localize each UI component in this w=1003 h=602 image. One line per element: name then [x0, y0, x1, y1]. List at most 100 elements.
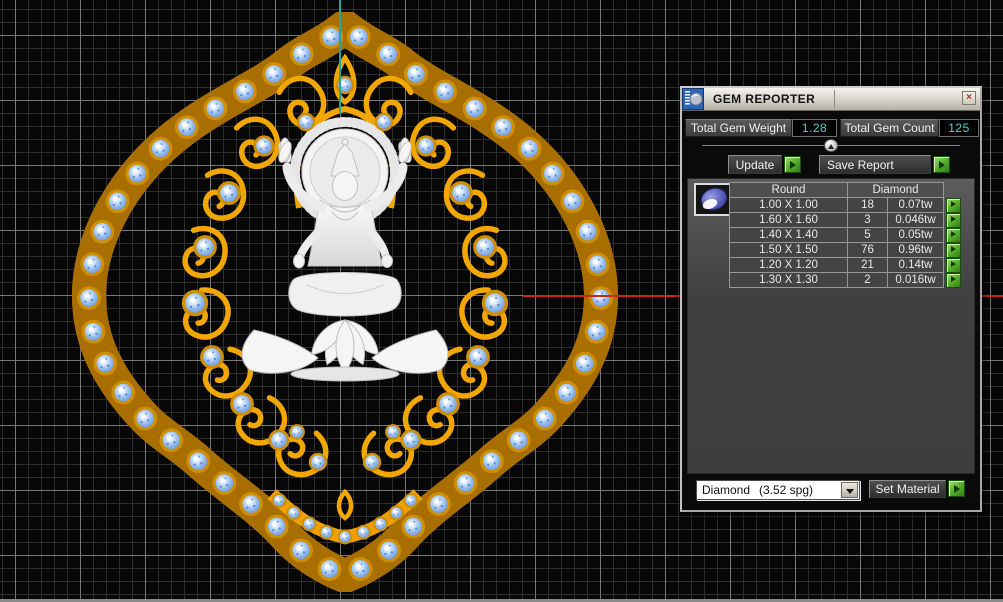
gem-stone: [92, 221, 112, 241]
gem-stone: [83, 322, 103, 342]
gem-stone: [586, 322, 606, 342]
gem-stone: [378, 44, 398, 64]
gem-table-header: Round Diamond: [730, 182, 961, 198]
gem-weight-cell: 0.05tw: [887, 227, 944, 243]
gem-weight-cell: 0.14tw: [887, 257, 944, 273]
save-report-button[interactable]: Save Report: [819, 155, 931, 174]
gem-table: Round Diamond 1.00 X 1.00180.07tw1.60 X …: [730, 183, 961, 288]
gem-stone: [364, 454, 380, 470]
gem-stone: [451, 183, 471, 203]
total-gem-weight-label: Total Gem Weight: [685, 119, 792, 137]
gem-stone: [95, 353, 115, 373]
row-go-icon[interactable]: [946, 273, 961, 288]
gem-stone: [320, 526, 333, 539]
table-row: 1.30 X 1.3020.016tw: [730, 272, 961, 288]
gem-stone: [232, 394, 252, 414]
gem-stone: [177, 117, 197, 137]
gem-reporter-panel: GEM REPORTER × Total Gem Weight 1.28 Tot…: [680, 86, 982, 512]
gem-weight-cell: 0.016tw: [887, 272, 944, 288]
gem-stone: [79, 288, 99, 308]
row-go-icon[interactable]: [946, 258, 961, 273]
close-icon[interactable]: ×: [962, 91, 976, 105]
gem-stone: [184, 292, 207, 315]
gem-stone: [113, 382, 133, 402]
gem-count-cell: 5: [847, 227, 888, 243]
gem-stone: [475, 237, 495, 257]
chevron-down-icon[interactable]: [841, 482, 858, 498]
gem-stone: [255, 137, 273, 155]
gem-count-cell: 76: [847, 242, 888, 258]
gem-stone: [310, 454, 326, 470]
panel-titlebar[interactable]: GEM REPORTER ×: [682, 88, 980, 111]
gem-count-cell: 21: [847, 257, 888, 273]
gem-stone: [219, 183, 239, 203]
total-gem-weight-value: 1.28: [792, 119, 837, 137]
gem-stone: [493, 117, 513, 137]
gem-stone: [291, 540, 311, 560]
gem-size-cell: 1.50 X 1.50: [729, 242, 848, 258]
update-go-icon[interactable]: [784, 156, 801, 173]
gem-stone: [82, 254, 102, 274]
set-material-go-icon[interactable]: [948, 480, 965, 497]
row-go-icon[interactable]: [946, 243, 961, 258]
y-axis-line: [339, 0, 341, 114]
table-row: 1.50 X 1.50760.96tw: [730, 242, 961, 258]
gem-stone: [402, 431, 420, 449]
set-material-button[interactable]: Set Material: [869, 480, 946, 498]
gem-stone: [390, 507, 403, 520]
gem-stone: [319, 559, 339, 579]
gem-stone: [188, 451, 208, 471]
table-row: 1.20 X 1.20210.14tw: [730, 257, 961, 273]
gem-stone: [273, 494, 286, 507]
gem-size-cell: 1.60 X 1.60: [729, 212, 848, 228]
save-report-go-icon[interactable]: [933, 156, 950, 173]
gem-stone: [417, 137, 435, 155]
gem-size-cell: 1.20 X 1.20: [729, 257, 848, 273]
gem-stone: [107, 191, 127, 211]
gem-stone: [575, 353, 595, 373]
gem-stone: [557, 382, 577, 402]
gem-stone: [349, 27, 369, 47]
gem-stone: [267, 516, 287, 536]
gem-stone: [543, 163, 563, 183]
gem-size-cell: 1.40 X 1.40: [729, 227, 848, 243]
row-go-icon[interactable]: [946, 213, 961, 228]
gem-stone: [241, 494, 261, 514]
gem-count-cell: 2: [847, 272, 888, 288]
table-row: 1.00 X 1.00180.07tw: [730, 197, 961, 213]
gem-reporter-icon: [682, 88, 704, 110]
update-button[interactable]: Update: [728, 155, 782, 174]
gem-stone: [535, 408, 555, 428]
gem-stone: [374, 518, 387, 531]
gem-stone: [264, 64, 284, 84]
gem-stone: [202, 347, 222, 367]
gem-stone: [214, 473, 234, 493]
gem-count-cell: 3: [847, 212, 888, 228]
material-dropdown-value: Diamond: [702, 483, 750, 497]
gem-stone: [287, 507, 300, 520]
gem-stone: [455, 473, 475, 493]
gem-stone: [357, 526, 370, 539]
gem-stone: [587, 254, 607, 274]
pendant-model[interactable]: [70, 12, 620, 592]
row-go-icon[interactable]: [946, 228, 961, 243]
gem-weight-cell: 0.046tw: [887, 212, 944, 228]
gem-stone: [482, 451, 502, 471]
gem-stone: [591, 288, 611, 308]
gem-stone: [429, 494, 449, 514]
totals-row: Total Gem Weight 1.28 Total Gem Count 12…: [685, 119, 979, 137]
total-gem-count-label: Total Gem Count: [840, 119, 939, 137]
gem-stone: [468, 347, 488, 367]
row-go-icon[interactable]: [946, 198, 961, 213]
material-density-value: (3.52 spg): [759, 483, 813, 497]
gem-stone: [135, 408, 155, 428]
material-dropdown[interactable]: Diamond (3.52 spg): [696, 480, 860, 500]
gem-stone: [386, 425, 400, 439]
panel-title: GEM REPORTER: [704, 92, 815, 106]
collapse-toggle-icon[interactable]: [824, 139, 838, 152]
gem-count-cell: 18: [847, 197, 888, 213]
gem-stone: [303, 518, 316, 531]
gem-stone: [508, 430, 528, 450]
gem-stone: [127, 163, 147, 183]
gem-stone: [438, 394, 458, 414]
